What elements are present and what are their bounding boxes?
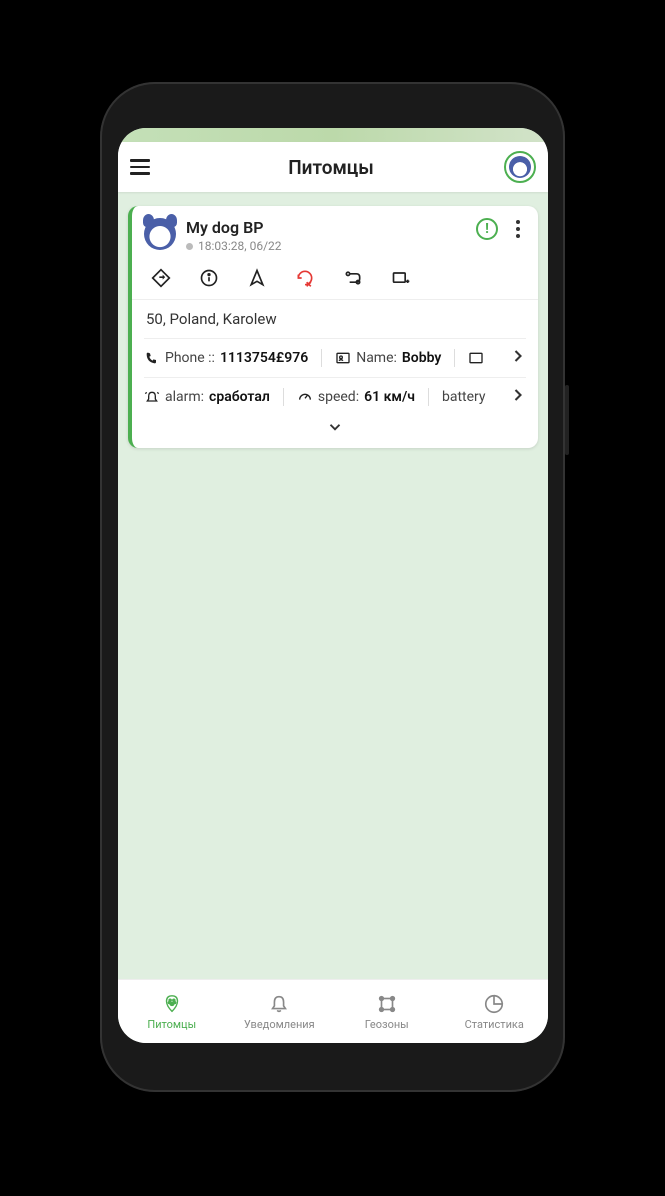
route-icon[interactable] — [342, 267, 364, 289]
info-icon[interactable] — [198, 267, 220, 289]
nav-geozones[interactable]: Геозоны — [333, 980, 441, 1043]
action-icons-row — [144, 253, 526, 299]
separator — [454, 349, 455, 367]
nav-pets[interactable]: Питомцы — [118, 980, 226, 1043]
phone-side-button — [565, 385, 569, 455]
id-card-icon — [335, 350, 351, 366]
card-icon — [468, 350, 484, 366]
separator — [283, 388, 284, 406]
scroll-right-button[interactable] — [488, 346, 526, 370]
paw-location-icon — [161, 993, 183, 1015]
bell-icon — [268, 993, 290, 1015]
navigation-icon[interactable] — [246, 267, 268, 289]
nav-notifications[interactable]: Уведомления — [226, 980, 334, 1043]
alarm-chip: alarm: сработал — [144, 389, 270, 405]
separator — [321, 349, 322, 367]
header-bar: Питомцы — [118, 142, 548, 192]
name-chip: Name: Bobby — [335, 350, 441, 366]
battery-chip: battery — [442, 389, 486, 405]
device-add-icon[interactable] — [390, 267, 412, 289]
timestamp-text: 18:03:28, 06/22 — [198, 239, 282, 253]
polygon-icon — [376, 993, 398, 1015]
profile-avatar-button[interactable] — [504, 151, 536, 183]
address-text: 50, Poland, Karolew — [144, 300, 526, 338]
info-row-contacts[interactable]: Phone :: 1113754£976 Name: Bobby — [144, 338, 526, 377]
alarm-icon — [144, 389, 160, 405]
phone-chip: Phone :: 1113754£976 — [144, 350, 308, 366]
map-sliver — [118, 128, 548, 142]
phone-icon — [144, 350, 160, 366]
pet-name: My dog BP — [186, 218, 282, 237]
refresh-cancel-icon[interactable] — [294, 267, 316, 289]
directions-icon[interactable] — [150, 267, 172, 289]
extra-chip — [468, 350, 484, 366]
expand-button[interactable] — [144, 416, 526, 442]
chevron-right-icon — [508, 346, 526, 366]
nav-label: Геозоны — [365, 1018, 409, 1031]
nav-label: Питомцы — [147, 1018, 196, 1031]
separator — [428, 388, 429, 406]
alert-badge-icon[interactable]: ! — [476, 218, 498, 240]
status-dot-icon — [186, 243, 193, 250]
scroll-right-button[interactable] — [488, 385, 526, 409]
page-title: Питомцы — [158, 156, 504, 179]
more-options-button[interactable] — [510, 218, 526, 240]
pet-card[interactable]: My dog BP 18:03:28, 06/22 ! — [128, 206, 538, 448]
card-header: My dog BP 18:03:28, 06/22 ! — [144, 218, 526, 253]
chevron-right-icon — [508, 385, 526, 405]
chevron-down-icon — [326, 418, 344, 436]
info-row-status[interactable]: alarm: сработал speed: 61 км/ч battery — [144, 377, 526, 416]
content-area: My dog BP 18:03:28, 06/22 ! — [118, 192, 548, 979]
gauge-icon — [297, 389, 313, 405]
timestamp-row: 18:03:28, 06/22 — [186, 239, 282, 253]
nav-statistics[interactable]: Статистика — [441, 980, 549, 1043]
menu-icon[interactable] — [130, 153, 158, 181]
pet-avatar-icon[interactable] — [144, 218, 176, 250]
speed-chip: speed: 61 км/ч — [297, 389, 415, 405]
pie-chart-icon — [483, 993, 505, 1015]
bottom-nav: Питомцы Уведомления Геозоны Статистика — [118, 979, 548, 1043]
nav-label: Уведомления — [244, 1018, 315, 1031]
dog-icon — [509, 156, 531, 178]
nav-label: Статистика — [465, 1018, 524, 1031]
app-screen: Питомцы My dog BP 18:03:28, 06/22 ! — [118, 128, 548, 1043]
